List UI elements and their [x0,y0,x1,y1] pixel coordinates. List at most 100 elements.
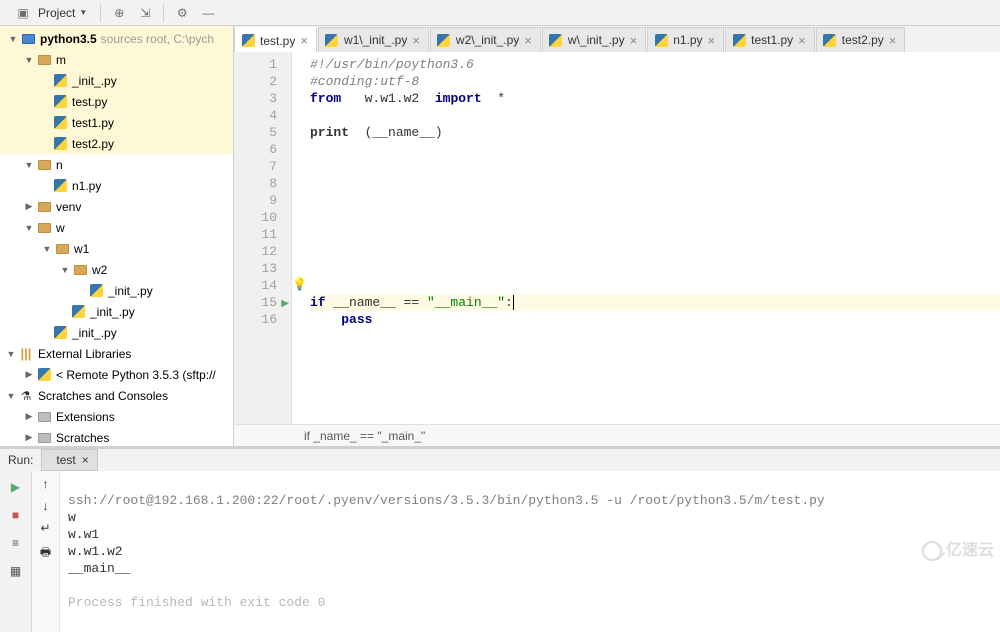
file-label: _init_.py [72,74,117,88]
tab-test2[interactable]: test2.py × [816,27,906,52]
project-tree[interactable]: ▼ python3.5 sources root, C:\pych ▼ m _i… [0,26,234,446]
tab-w1-init[interactable]: w1\_init_.py× [318,27,429,52]
tree-file-test2[interactable]: test2.py [0,133,233,154]
file-label: n1.py [72,179,101,193]
console-line: w.w1.w2 [68,544,123,559]
crumb-text: if _name_ == "_main_" [304,429,425,443]
tree-folder-n[interactable]: ▼ n [0,154,233,175]
tree-root[interactable]: ▼ python3.5 sources root, C:\pych [0,28,233,49]
tree-ext-lib[interactable]: ▼ ||| External Libraries [0,343,233,364]
code-content[interactable]: #!/usr/bin/poython3.6 #conding:utf-8 fro… [292,52,1000,424]
tree-file-w-init[interactable]: _init_.py [0,322,233,343]
expand-icon[interactable]: ▶ [22,432,36,443]
expand-icon[interactable]: ▼ [4,391,18,401]
close-icon[interactable]: × [524,33,532,48]
close-icon[interactable]: × [412,33,420,48]
folder-label: m [56,53,66,67]
expand-icon[interactable]: ▼ [40,244,54,254]
console-exit: Process finished with exit code 0 [68,595,325,610]
pyfile-icon [52,178,68,194]
tree-file-test[interactable]: test.py [0,91,233,112]
tree-file-init[interactable]: _init_.py [0,70,233,91]
code-line: #!/usr/bin/poython3.6 [310,57,474,72]
pyfile-icon [52,136,68,152]
tree-folder-venv[interactable]: ▶ venv [0,196,233,217]
chevron-down-icon: ▼ [79,8,87,17]
tree-folder-w1[interactable]: ▼ w1 [0,238,233,259]
settings-icon[interactable]: ⚙ [171,2,193,24]
tab-label: w2\_init_.py [456,33,519,47]
tab-label: test1.py [751,33,793,47]
up-icon[interactable]: ↑ [43,477,49,491]
expand-icon[interactable]: ▼ [4,349,18,359]
expand-icon[interactable]: ▼ [22,55,36,65]
close-icon[interactable]: × [630,33,638,48]
ext-lib-label: External Libraries [38,347,131,361]
console-output[interactable]: ssh://root@192.168.1.200:22/root/.pyenv/… [60,471,1000,632]
tab-test[interactable]: test.py× [234,27,317,52]
expand-icon[interactable]: ▼ [58,265,72,275]
code-editor[interactable]: 123456789101112131415▶16 #!/usr/bin/poyt… [234,52,1000,424]
pause-icon[interactable]: ≡ [6,533,26,553]
pyfile-icon [241,34,255,48]
run-toolbar-secondary: ↑ ↓ ↵ 🖶 [32,471,60,632]
expand-icon[interactable]: ▼ [22,160,36,170]
layout-icon[interactable]: ▦ [6,561,26,581]
remote-label: < Remote Python 3.5.3 (sftp:// [56,368,216,382]
code-line: #conding:utf-8 [310,74,419,89]
down-icon[interactable]: ↓ [43,499,49,513]
tree-extensions[interactable]: ▶ Extensions [0,406,233,427]
run-tab[interactable]: test × [41,449,97,471]
tree-folder-m[interactable]: ▼ m [0,49,233,70]
scratches-icon: ⚗ [18,388,34,404]
tree-file-w2-init[interactable]: _init_.py [0,280,233,301]
close-icon[interactable]: × [300,33,308,48]
tab-w2-init[interactable]: w2\_init_.py × [430,27,541,52]
scratches-label: Scratches and Consoles [38,389,168,403]
expand-icon[interactable]: ▶ [22,201,36,212]
extensions-label: Extensions [56,410,115,424]
tab-label: n1.py [673,33,702,47]
close-icon[interactable]: × [798,33,806,48]
console-line: w [68,510,76,525]
tree-file-n1[interactable]: n1.py [0,175,233,196]
library-icon: ||| [18,346,34,362]
line-gutter: 123456789101112131415▶16 [234,52,292,424]
collapse-all-icon[interactable]: ⇲ [134,2,156,24]
expand-icon[interactable]: ▼ [22,223,36,233]
tree-file-w1-init[interactable]: _init_.py [0,301,233,322]
tree-remote[interactable]: ▶ < Remote Python 3.5.3 (sftp:// [0,364,233,385]
tab-w-init[interactable]: w\_init_.py × [542,27,646,52]
close-icon[interactable]: × [82,453,89,467]
run-title: Run: [8,453,33,467]
separator [100,4,101,22]
expand-icon[interactable]: ▼ [6,34,20,44]
tab-n1[interactable]: n1.py × [647,27,724,52]
code-args: (__name__) [365,125,443,140]
tree-folder-w[interactable]: ▼ w [0,217,233,238]
expand-icon[interactable]: ▶ [22,369,36,380]
tree-scratches2[interactable]: ▶ Scratches [0,427,233,446]
locate-icon[interactable]: ⊕ [108,2,130,24]
tree-file-test1[interactable]: test1.py [0,112,233,133]
close-icon[interactable]: × [708,33,716,48]
wrap-icon[interactable]: ↵ [40,521,50,535]
print-icon[interactable]: 🖶 [40,543,51,564]
tree-scratches[interactable]: ▼ ⚗ Scratches and Consoles [0,385,233,406]
close-icon[interactable]: × [889,33,897,48]
expand-icon[interactable]: ▶ [22,411,36,422]
project-view-selector[interactable]: ▣ Project ▼ [6,2,93,24]
tab-label: w\_init_.py [568,33,625,47]
code-cond: __name__ == [326,295,427,310]
console-line: w.w1 [68,527,99,542]
breadcrumb[interactable]: if _name_ == "_main_" [234,424,1000,446]
tab-label: test2.py [842,33,884,47]
run-arrow-icon[interactable]: ▶ [281,296,289,313]
tab-test1[interactable]: test1.py × [725,27,815,52]
tree-folder-w2[interactable]: ▼ w2 [0,259,233,280]
hide-icon[interactable]: — [197,2,219,24]
rerun-icon[interactable]: ▶ [6,477,26,497]
lightbulb-icon[interactable]: 💡 [292,277,307,292]
stop-icon[interactable]: ■ [6,505,26,525]
run-panel: Run: test × ▶ ■ ≡ ▦ ↑ ↓ ↵ 🖶 ssh://root@1… [0,446,1000,582]
